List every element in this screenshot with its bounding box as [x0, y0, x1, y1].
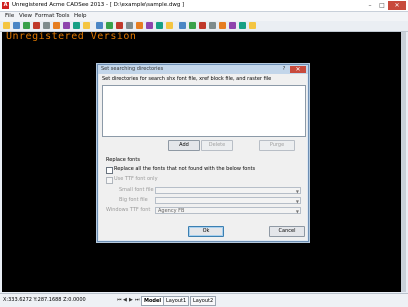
next-layout-icon[interactable]: ▶ — [129, 297, 133, 304]
toolbar — [0, 21, 408, 32]
dialog-description: Set directories for search shx font file… — [102, 76, 272, 82]
vertical-scrollbar[interactable] — [401, 32, 406, 292]
save-icon[interactable] — [23, 22, 30, 29]
last-layout-icon[interactable]: ⏭ — [135, 297, 140, 304]
pan-icon[interactable] — [126, 22, 133, 29]
dialog-title: Set searching directories — [101, 66, 164, 72]
new-icon[interactable] — [3, 22, 10, 29]
redo-icon[interactable] — [83, 22, 90, 29]
window-controls: – □ ✕ — [364, 1, 406, 10]
window-title: Unregistered Acme CADSee 2013 - [ D:\exa… — [12, 2, 185, 8]
zoom-out-icon[interactable] — [106, 22, 113, 29]
close-button[interactable]: ✕ — [388, 1, 406, 10]
chevron-down-icon: ▼ — [295, 199, 299, 204]
replace-all-checkbox[interactable] — [106, 167, 113, 174]
big-font-label: Big font file — [119, 197, 148, 203]
big-font-select[interactable]: ▼ — [155, 197, 301, 204]
prev-layout-icon[interactable]: ◀ — [123, 297, 127, 304]
app-logo-icon: A — [2, 2, 9, 9]
menu-help[interactable]: Help — [74, 12, 87, 21]
app-window: A Unregistered Acme CADSee 2013 - [ D:\e… — [0, 0, 408, 307]
chevron-down-icon: ▼ — [295, 189, 299, 194]
search-directories-dialog: Set searching directories ? ✕ Set direct… — [97, 64, 309, 242]
use-ttf-checkbox[interactable] — [106, 177, 113, 184]
color-icon[interactable] — [229, 22, 236, 29]
dialog-body: Set directories for search shx font file… — [99, 74, 307, 240]
chevron-down-icon: ▼ — [295, 209, 299, 214]
properties-icon[interactable] — [156, 22, 163, 29]
tab-layout1[interactable]: Layout1 — [163, 296, 190, 306]
menu-file[interactable]: File — [5, 12, 14, 21]
circle-icon[interactable] — [209, 22, 216, 29]
tab-model[interactable]: Model — [141, 296, 165, 306]
tab-layout2[interactable]: Layout2 — [190, 296, 217, 306]
rect-icon[interactable] — [199, 22, 206, 29]
replace-all-label: Replace all the fonts that not found wit… — [114, 166, 256, 172]
menu-format[interactable]: Format — [35, 12, 54, 21]
replace-fonts-heading: Replace fonts — [106, 157, 140, 163]
windows-ttf-select[interactable]: Agency FB ▼ — [155, 207, 301, 214]
add-button[interactable]: Add — [168, 140, 200, 151]
dialog-close-button[interactable]: ✕ — [290, 66, 306, 73]
use-ttf-label: Use TTF font only — [114, 176, 158, 182]
text-icon[interactable] — [179, 22, 186, 29]
line-icon[interactable] — [189, 22, 196, 29]
measure-icon[interactable] — [166, 22, 173, 29]
menu-bar: File View Format Tools Help — [0, 12, 408, 21]
coordinate-readout: X:333.6272 Y:287.1688 Z:0.0000 — [3, 297, 86, 303]
delete-button[interactable]: Delete — [201, 140, 233, 151]
ok-button[interactable]: Ok — [188, 226, 224, 237]
paste-icon[interactable] — [63, 22, 70, 29]
windows-ttf-label: Windows TTF font — [106, 207, 151, 213]
dialog-title-bar: Set searching directories ? ✕ — [98, 65, 308, 74]
open-icon[interactable] — [13, 22, 20, 29]
windows-ttf-value: Agency FB — [158, 208, 185, 214]
zoom-window-icon[interactable] — [116, 22, 123, 29]
cut-icon[interactable] — [43, 22, 50, 29]
maximize-button[interactable]: □ — [376, 1, 388, 10]
first-layout-icon[interactable]: ⏮ — [117, 297, 122, 304]
help-icon[interactable] — [249, 22, 256, 29]
title-bar: A Unregistered Acme CADSee 2013 - [ D:\e… — [0, 0, 408, 12]
copy-icon[interactable] — [53, 22, 60, 29]
unregistered-watermark: Unregistered Version — [6, 32, 137, 42]
cancel-button[interactable]: Cancel — [269, 226, 305, 237]
print-icon[interactable] — [33, 22, 40, 29]
purge-button[interactable]: Purge — [259, 140, 295, 151]
small-font-label: Small font file — [119, 187, 154, 193]
menu-view[interactable]: View — [19, 12, 32, 21]
menu-tools[interactable]: Tools — [56, 12, 70, 21]
zoom-extents-icon[interactable] — [136, 22, 143, 29]
help-icon[interactable]: ? — [280, 66, 288, 73]
undo-icon[interactable] — [73, 22, 80, 29]
directory-list[interactable] — [102, 85, 306, 137]
zoom-in-icon[interactable] — [96, 22, 103, 29]
settings-icon[interactable] — [239, 22, 246, 29]
small-font-select[interactable]: ▼ — [155, 187, 301, 194]
status-bar: X:333.6272 Y:287.1688 Z:0.0000 ⏮ ◀ ▶ ⏭ M… — [0, 293, 408, 307]
layers-icon[interactable] — [146, 22, 153, 29]
minimize-button[interactable]: – — [364, 1, 376, 10]
arc-icon[interactable] — [219, 22, 226, 29]
